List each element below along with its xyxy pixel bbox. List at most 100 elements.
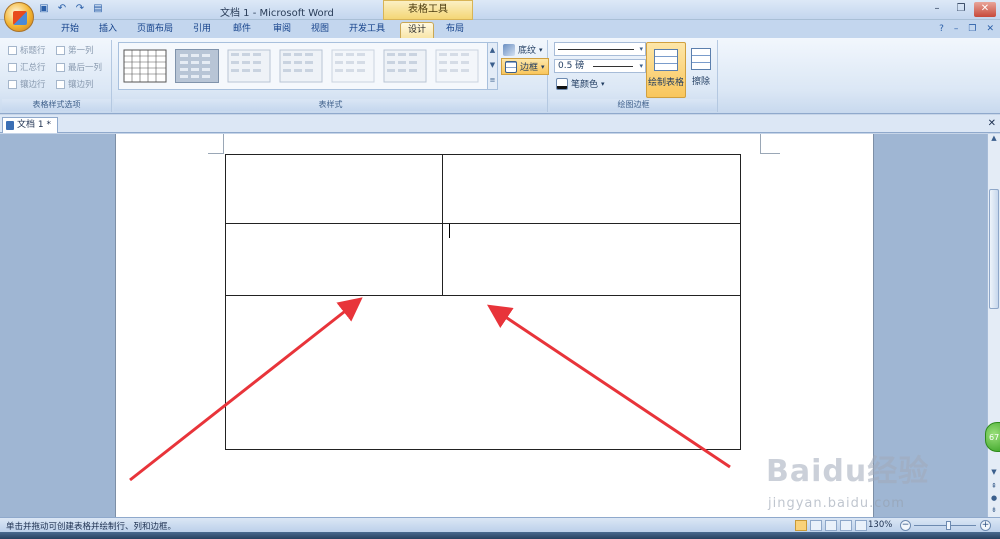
print-layout-view-button[interactable]	[795, 520, 807, 531]
full-screen-view-button[interactable]	[810, 520, 822, 531]
green-badge: 67	[985, 422, 1000, 452]
tab-home[interactable]: 开始	[56, 22, 84, 38]
taskbar	[0, 532, 1000, 539]
checkbox-banded-columns[interactable]: 镶边列	[56, 78, 94, 90]
checkbox-header-row[interactable]: 标题行	[8, 44, 46, 56]
office-logo-icon	[13, 11, 27, 25]
shading-button[interactable]: 底纹 ▾	[503, 43, 543, 56]
tab-view[interactable]: 视图	[306, 22, 334, 38]
group-label-table-styles: 表样式	[114, 99, 547, 111]
table-column-border	[442, 155, 443, 296]
table-row-border	[226, 295, 740, 296]
line-style-select[interactable]: ▾	[554, 42, 646, 56]
maximize-button[interactable]: ❐	[950, 2, 972, 17]
checkbox-banded-rows[interactable]: 镶边行	[8, 78, 46, 90]
save-icon[interactable]: ▣	[38, 3, 50, 15]
zoom-slider-track[interactable]	[914, 525, 976, 526]
ribbon: 标题行 第一列 汇总行 最后一列 镶边行 镶边列 表格样式选项 表样式 ▲ ▼ …	[0, 38, 1000, 114]
help-icon[interactable]: ?	[939, 24, 944, 34]
view-buttons	[795, 520, 867, 531]
document-tab[interactable]: 文档 1 *	[2, 117, 58, 133]
tab-design[interactable]: 设计	[400, 22, 434, 38]
scroll-up-icon[interactable]: ▲	[988, 134, 1000, 145]
table-style-light-4[interactable]	[383, 49, 427, 83]
group-label-draw-borders: 绘图边框	[550, 99, 717, 111]
word-doc-icon	[6, 121, 14, 130]
document-table[interactable]	[225, 154, 741, 450]
status-bar: 单击并拖动可创建表格并绘制行、列和边框。 130% − +	[0, 517, 1000, 532]
table-style-light-3[interactable]	[331, 49, 375, 83]
ribbon-close-icon[interactable]: ✕	[986, 24, 994, 34]
zoom-in-button[interactable]: +	[980, 520, 991, 531]
vertical-scrollbar[interactable]: ▲ ▼ ⇞ ● ⇟	[987, 134, 1000, 517]
title-bar: ▣ ↶ ↷ ▤ 文档 1 - Microsoft Word 表格工具 – ❐ ✕	[0, 0, 1000, 20]
borders-button[interactable]: 边框 ▾	[501, 58, 549, 75]
web-layout-view-button[interactable]	[825, 520, 837, 531]
scroll-down-icon[interactable]: ▼	[988, 468, 1000, 479]
checkbox-first-column[interactable]: 第一列	[56, 44, 94, 56]
tab-mailings[interactable]: 邮件	[228, 22, 256, 38]
table-style-light-2[interactable]	[279, 49, 323, 83]
watermark-main: Baidu经验	[766, 454, 930, 489]
eraser-button[interactable]: 擦除	[688, 42, 714, 98]
watermark-url: jingyan.baidu.com	[768, 496, 905, 511]
tab-references[interactable]: 引用	[188, 22, 216, 38]
ribbon-tabs: 开始 插入 页面布局 引用 邮件 审阅 视图 开发工具 设计 布局 ? – ❐ …	[0, 20, 1000, 38]
pen-color-icon	[556, 77, 568, 90]
tab-developer[interactable]: 开发工具	[344, 22, 390, 38]
browse-object-icon[interactable]: ●	[988, 494, 1000, 505]
gallery-down-icon[interactable]: ▼	[488, 58, 497, 73]
office-button[interactable]	[4, 2, 34, 32]
outline-view-button[interactable]	[840, 520, 852, 531]
gallery-scroll[interactable]: ▲ ▼ ≡	[487, 43, 497, 89]
line-weight-select[interactable]: 0.5 磅 ▾	[554, 59, 646, 73]
zoom-level[interactable]: 130%	[868, 520, 892, 530]
tab-insert[interactable]: 插入	[94, 22, 122, 38]
document-close-icon[interactable]: ✕	[988, 118, 996, 129]
print-preview-icon[interactable]: ▤	[92, 3, 104, 15]
group-table-style-options: 标题行 第一列 汇总行 最后一列 镶边行 镶边列 表格样式选项	[2, 40, 112, 112]
tab-layout[interactable]: 布局	[440, 22, 470, 38]
help-controls: ? – ❐ ✕	[939, 24, 994, 34]
zoom-out-button[interactable]: −	[900, 520, 911, 531]
margin-corner-left	[208, 134, 224, 154]
text-cursor	[449, 224, 450, 238]
tab-page-layout[interactable]: 页面布局	[134, 22, 176, 38]
table-tools-label: 表格工具	[383, 0, 473, 20]
table-style-gallery[interactable]: ▲ ▼ ≡	[118, 42, 498, 90]
next-page-icon[interactable]: ⇟	[988, 506, 1000, 517]
ribbon-minimize-icon[interactable]: –	[954, 24, 959, 34]
borders-icon	[505, 60, 517, 73]
table-style-light-1[interactable]	[227, 49, 271, 83]
table-style-shaded[interactable]	[175, 49, 219, 83]
table-style-light-5[interactable]	[435, 49, 479, 83]
draw-table-icon	[654, 49, 678, 71]
prev-page-icon[interactable]: ⇞	[988, 482, 1000, 493]
baidu-watermark: Baidu经验 jingyan.baidu.com	[762, 438, 984, 518]
draw-table-button[interactable]: 绘制表格	[646, 42, 686, 98]
tab-review[interactable]: 审阅	[268, 22, 296, 38]
gallery-up-icon[interactable]: ▲	[488, 43, 497, 58]
document-tab-bar: 文档 1 * ✕	[0, 115, 1000, 133]
zoom-slider-knob[interactable]	[946, 521, 951, 530]
scroll-thumb[interactable]	[989, 189, 999, 309]
draft-view-button[interactable]	[855, 520, 867, 531]
checkbox-last-column[interactable]: 最后一列	[56, 61, 102, 73]
pen-color-button[interactable]: 笔颜色 ▾	[556, 77, 605, 90]
quick-access-toolbar: ▣ ↶ ↷ ▤	[38, 3, 104, 15]
checkbox-total-row[interactable]: 汇总行	[8, 61, 46, 73]
group-label-style-options: 表格样式选项	[2, 99, 111, 111]
undo-icon[interactable]: ↶	[56, 3, 68, 15]
eraser-icon	[691, 48, 711, 70]
ribbon-restore-icon[interactable]: ❐	[968, 24, 976, 34]
paint-bucket-icon	[503, 43, 515, 56]
gallery-more-icon[interactable]: ≡	[488, 73, 497, 88]
line-weight-preview	[593, 66, 633, 67]
minimize-button[interactable]: –	[926, 2, 948, 17]
table-style-plain[interactable]	[123, 49, 167, 83]
redo-icon[interactable]: ↷	[74, 3, 86, 15]
status-hint: 单击并拖动可创建表格并绘制行、列和边框。	[6, 522, 177, 532]
line-style-preview	[558, 49, 634, 50]
document-page[interactable]	[115, 134, 874, 517]
close-button[interactable]: ✕	[974, 2, 996, 17]
